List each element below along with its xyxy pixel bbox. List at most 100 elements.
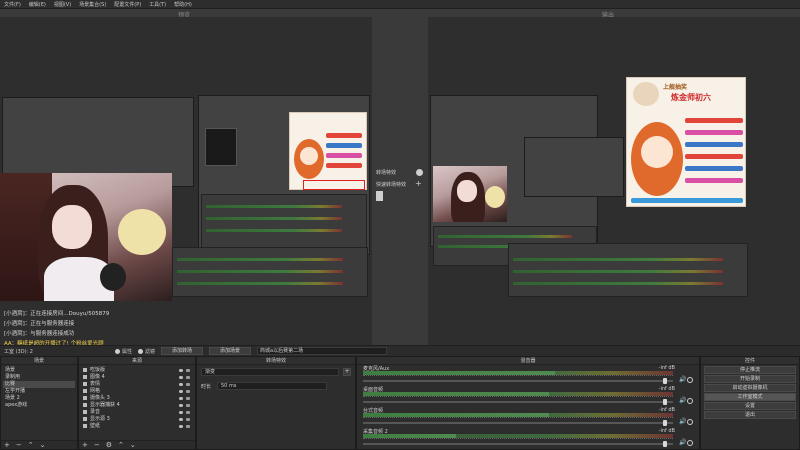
move-down-icon[interactable]: ⌄ [40, 441, 46, 449]
control-button[interactable]: 工作室模式 [704, 393, 796, 401]
quick-transition-button[interactable]: 转场特效 [376, 167, 416, 177]
menu-profile[interactable]: 配置文件(P) [114, 1, 141, 8]
mixer-channel: 台式音频 -inf dB 🔊 [361, 407, 695, 428]
menu-view[interactable]: 视图(V) [54, 1, 71, 8]
lock-icon[interactable] [186, 369, 190, 372]
mixer-channel: 采集音频 2 -inf dB 🔊 [361, 428, 695, 449]
scene-item[interactable]: 录制用 [3, 374, 75, 381]
control-button[interactable]: 退出 [704, 411, 796, 419]
poster-line [685, 130, 743, 135]
volume-slider-knob[interactable] [662, 378, 667, 384]
lock-icon[interactable] [186, 425, 190, 428]
menu-file[interactable]: 文件(F) [4, 1, 21, 8]
transition-tbar-handle[interactable] [376, 191, 383, 201]
scene-item[interactable]: apex游戏 [3, 402, 75, 409]
speaker-icon[interactable]: 🔊 [679, 440, 686, 446]
duration-input[interactable]: 50 ms [217, 382, 327, 390]
menu-scene-collection[interactable]: 场景集合(S) [79, 1, 106, 8]
eye-icon[interactable] [179, 383, 183, 386]
source-item[interactable]: 网格 [81, 388, 193, 395]
preview-canvas[interactable]: [小酒窝]：正在连接房间...Douyu/505879 [小酒窝]：正在与服务器… [0, 17, 372, 347]
source-item[interactable]: 显示源 3 [81, 416, 193, 423]
source-label: 录音 [90, 409, 101, 415]
gear-icon[interactable] [687, 398, 693, 404]
studio-transition-button[interactable]: 快速转场特效 [376, 179, 416, 189]
speaker-icon[interactable]: 🔊 [679, 419, 686, 425]
plus-icon[interactable]: + [343, 368, 351, 376]
sources-dock: 来源 吃饭版 图像 4 表情 网格 摄像头 3 显示器捕获 4 录音 显示源 3 壁纸 + − … [78, 356, 196, 450]
volume-slider-knob[interactable] [662, 441, 667, 447]
add-transition-button[interactable]: 添加转场 [161, 347, 204, 355]
speaker-icon[interactable]: 🔊 [679, 398, 686, 404]
source-label: 表情 [90, 381, 101, 387]
source-item[interactable]: 壁纸 [81, 423, 193, 430]
properties-bar: 工室 (3D): 2 属性 滤镜 添加转场 添加场景 商城a以后赛第二场 [0, 345, 800, 356]
volume-slider[interactable] [363, 399, 673, 405]
volume-slider-knob[interactable] [662, 399, 667, 405]
volume-slider-knob[interactable] [662, 420, 667, 426]
gear-icon[interactable] [416, 169, 423, 176]
webcam-plush [485, 186, 505, 208]
gear-icon[interactable]: ⚙ [106, 441, 112, 449]
menu-help[interactable]: 帮助(H) [174, 1, 192, 8]
chat-line: [小酒窝]：与服务器连接成功 [4, 331, 75, 337]
sources-toolbar: + − ⚙ ⌃ ⌄ [79, 440, 195, 449]
control-button[interactable]: 启动虚拟摄像机 [704, 384, 796, 392]
control-button[interactable]: 停止推流 [704, 366, 796, 374]
volume-slider[interactable] [363, 441, 673, 447]
filters-radio[interactable]: 滤镜 [138, 348, 155, 355]
transition-type-select[interactable]: 渐变 [201, 368, 339, 376]
properties-radio[interactable]: 属性 [114, 348, 132, 355]
move-up-icon[interactable]: ⌃ [28, 441, 34, 449]
lock-icon[interactable] [186, 390, 190, 393]
control-button[interactable]: 开始录制 [704, 375, 796, 383]
gear-icon[interactable] [687, 440, 693, 446]
eye-icon[interactable] [179, 390, 183, 393]
selection-box[interactable] [303, 180, 365, 190]
add-source-icon[interactable]: + [82, 441, 88, 449]
eye-icon[interactable] [179, 397, 183, 400]
remove-source-icon[interactable]: − [94, 441, 100, 449]
scene-item[interactable]: 场景 2 [3, 395, 75, 402]
scene-item[interactable]: 左学开播 [3, 388, 75, 395]
source-item[interactable]: 录音 [81, 409, 193, 416]
nested-mixer [201, 194, 367, 254]
eye-icon[interactable] [179, 404, 183, 407]
plus-icon[interactable]: + [415, 180, 422, 188]
gear-icon[interactable] [687, 377, 693, 383]
move-up-icon[interactable]: ⌃ [118, 441, 124, 449]
eye-icon[interactable] [179, 425, 183, 428]
scene-item[interactable]: 场景 [3, 367, 75, 374]
eye-icon[interactable] [179, 376, 183, 379]
eye-icon[interactable] [179, 411, 183, 414]
eye-icon[interactable] [179, 369, 183, 372]
lock-icon[interactable] [186, 404, 190, 407]
lock-icon[interactable] [186, 418, 190, 421]
chat-log: [小酒窝]：正在连接房间...Douyu/505879 [小酒窝]：正在与服务器… [4, 309, 364, 349]
source-item[interactable]: 摄像头 3 [81, 395, 193, 402]
volume-slider[interactable] [363, 420, 673, 426]
add-scene-button[interactable]: 添加场景 [209, 347, 252, 355]
move-down-icon[interactable]: ⌄ [130, 441, 136, 449]
menu-edit[interactable]: 编辑(E) [29, 1, 46, 8]
lock-icon[interactable] [186, 397, 190, 400]
speaker-icon[interactable]: 🔊 [679, 377, 686, 383]
source-item[interactable]: 显示器捕获 4 [81, 402, 193, 409]
properties-radio-label: 属性 [121, 348, 132, 355]
lock-icon[interactable] [186, 376, 190, 379]
scene-name-field[interactable]: 商城a以后赛第二场 [257, 347, 388, 355]
source-item[interactable]: 表情 [81, 381, 193, 388]
filters-radio-label: 滤镜 [145, 348, 156, 355]
lock-icon[interactable] [186, 383, 190, 386]
volume-slider[interactable] [363, 378, 673, 384]
gear-icon[interactable] [687, 419, 693, 425]
menu-tools[interactable]: 工具(T) [149, 1, 166, 8]
control-button[interactable]: 设置 [704, 402, 796, 410]
scene-item[interactable]: 比赛 [3, 381, 75, 388]
remove-scene-icon[interactable]: − [16, 441, 22, 449]
source-item[interactable]: 吃饭版 [81, 367, 193, 374]
source-item[interactable]: 图像 4 [81, 374, 193, 381]
eye-icon[interactable] [179, 418, 183, 421]
lock-icon[interactable] [186, 411, 190, 414]
add-scene-icon[interactable]: + [4, 441, 10, 449]
